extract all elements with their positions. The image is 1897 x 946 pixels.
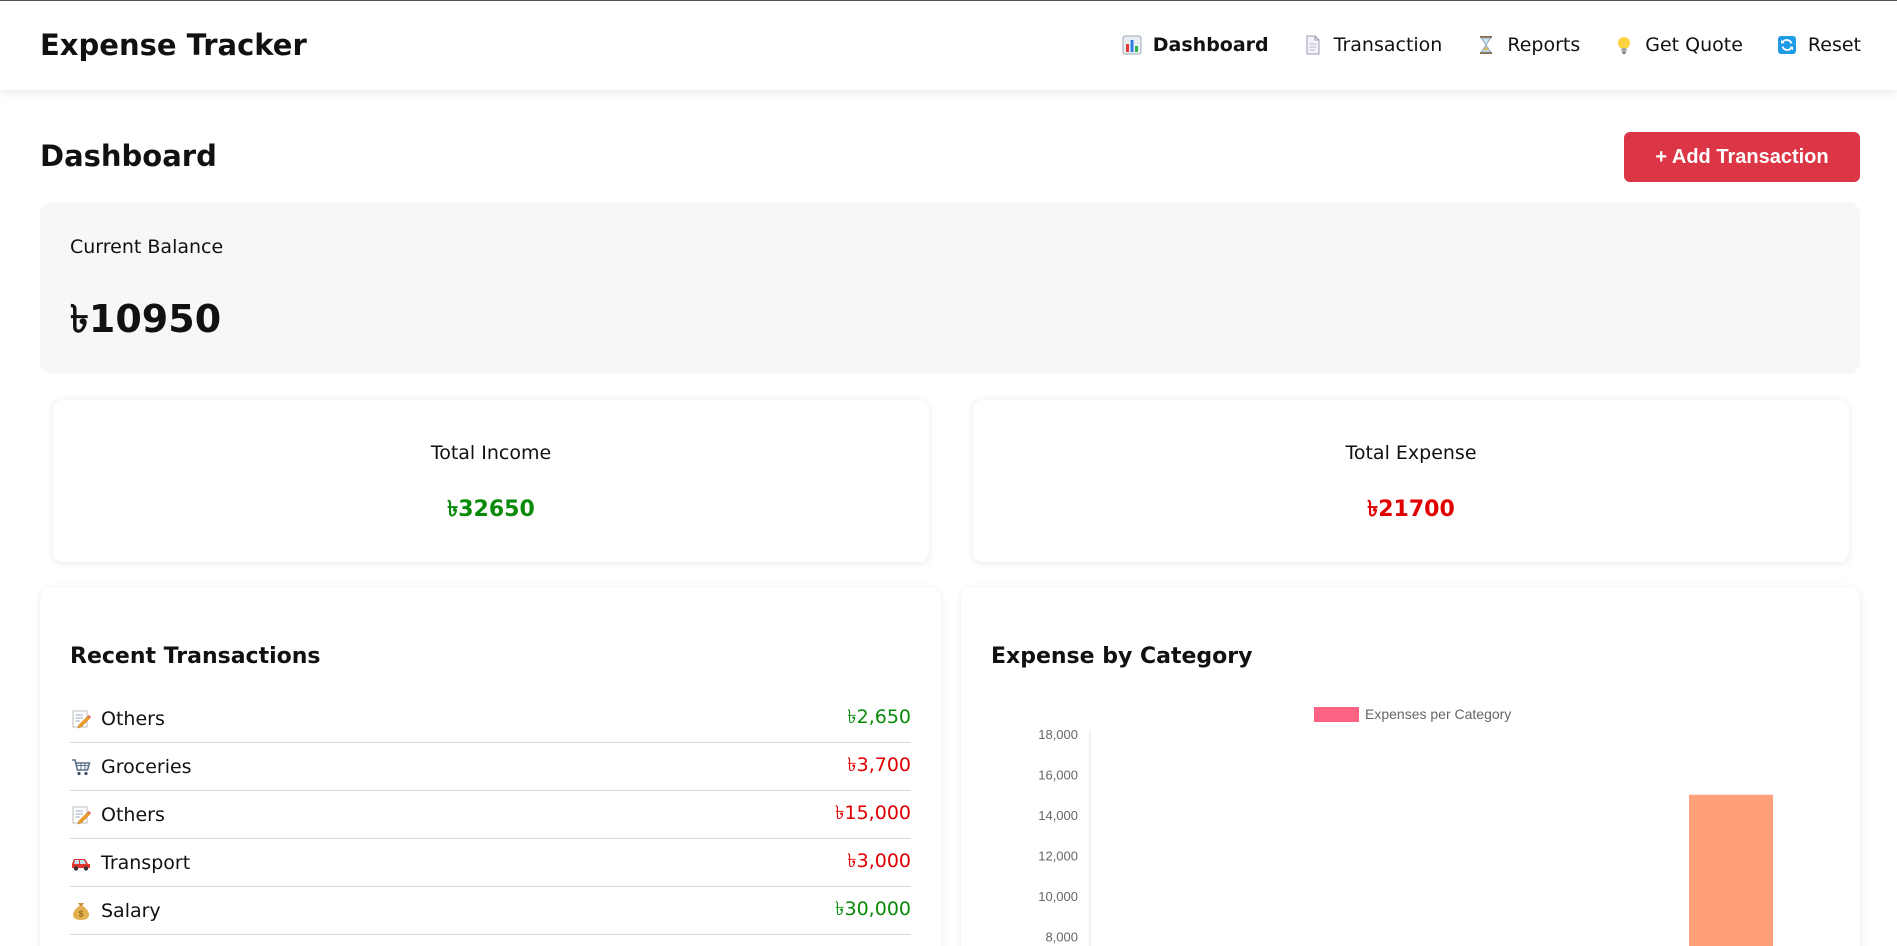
lightbulb-icon [1614,35,1634,55]
bar[interactable] [1689,794,1773,946]
nav-item-reset[interactable]: Reset [1777,34,1861,56]
add-transaction-button[interactable]: + Add Transaction [1624,132,1860,182]
legend-label: Expenses per Category [1365,706,1511,722]
expense-value: ৳21700 [1367,497,1455,522]
nav-menu: Dashboard Transaction Reports Get Quote … [1122,34,1861,56]
transaction-list: Others ৳2,650 Groceries ৳3,700 Others ৳1… [70,695,911,935]
document-icon [1303,35,1323,55]
navbar: Expense Tracker Dashboard Transaction Re… [0,1,1897,90]
nav-item-reports[interactable]: Reports [1476,34,1580,56]
nav-label: Get Quote [1645,34,1743,56]
expense-bar-chart: Expenses per Category 18,000 16,000 14,000… [1038,706,1773,946]
transaction-category: Others [101,803,165,826]
y-tick-label: 16,000 [1038,768,1078,783]
transaction-amount: ৳3,700 [847,753,911,776]
list-item[interactable]: $ Salary ৳30,000 [70,887,911,935]
y-tick-label: 10,000 [1038,889,1078,904]
nav-item-get-quote[interactable]: Get Quote [1614,34,1743,56]
list-item[interactable]: Groceries ৳3,700 [70,743,911,791]
shopping-cart-icon [70,756,92,778]
page-title: Dashboard [40,139,217,173]
nav-label: Transaction [1333,34,1443,56]
y-axis: 18,000 16,000 14,000 12,000 10,000 8,000 [1038,727,1078,945]
app-title: Expense Tracker [40,28,307,62]
hourglass-icon [1476,35,1496,55]
y-tick-label: 8,000 [1045,930,1078,945]
income-label: Total Income [430,442,552,464]
legend-swatch [1314,707,1359,722]
memo-icon [70,804,92,826]
transaction-amount: ৳15,000 [835,801,911,824]
total-expense-card: Total Expense ৳21700 [973,400,1849,562]
transaction-category: Groceries [101,755,192,778]
y-tick-label: 18,000 [1038,727,1078,742]
refresh-icon [1777,35,1797,55]
balance-value: ৳10950 [70,297,222,341]
transaction-amount: ৳2,650 [847,705,911,728]
recent-transactions-panel: Recent Transactions Others ৳2,650 Grocer… [40,587,941,946]
nav-label: Reports [1507,34,1581,56]
transaction-category: Salary [101,899,161,922]
memo-icon [70,708,92,730]
car-icon [70,852,92,874]
svg-text:$: $ [79,909,84,918]
nav-item-dashboard[interactable]: Dashboard [1122,34,1269,56]
list-item[interactable]: Others ৳2,650 [70,695,911,743]
recent-transactions-title: Recent Transactions [70,644,321,669]
balance-card: Current Balance ৳10950 [40,202,1860,374]
money-bag-icon: $ [70,900,92,922]
nav-item-transaction[interactable]: Transaction [1303,34,1443,56]
transaction-amount: ৳3,000 [847,849,911,872]
transaction-category: Transport [101,851,191,874]
nav-label: Reset [1807,34,1861,56]
list-item[interactable]: Transport ৳3,000 [70,839,911,887]
balance-label: Current Balance [70,236,224,258]
expense-by-category-panel: Expense by Category Expenses per Categor… [961,587,1860,946]
income-value: ৳32650 [447,497,535,522]
total-income-card: Total Income ৳32650 [53,400,929,562]
transaction-category: Others [101,707,165,730]
transaction-amount: ৳30,000 [835,897,911,920]
y-tick-label: 12,000 [1038,849,1078,864]
list-item[interactable]: Others ৳15,000 [70,791,911,839]
expense-label: Total Expense [1345,442,1477,464]
nav-label: Dashboard [1152,34,1269,56]
bar-group [1689,794,1773,946]
bar-chart-icon [1122,35,1142,55]
y-tick-label: 14,000 [1038,808,1078,823]
